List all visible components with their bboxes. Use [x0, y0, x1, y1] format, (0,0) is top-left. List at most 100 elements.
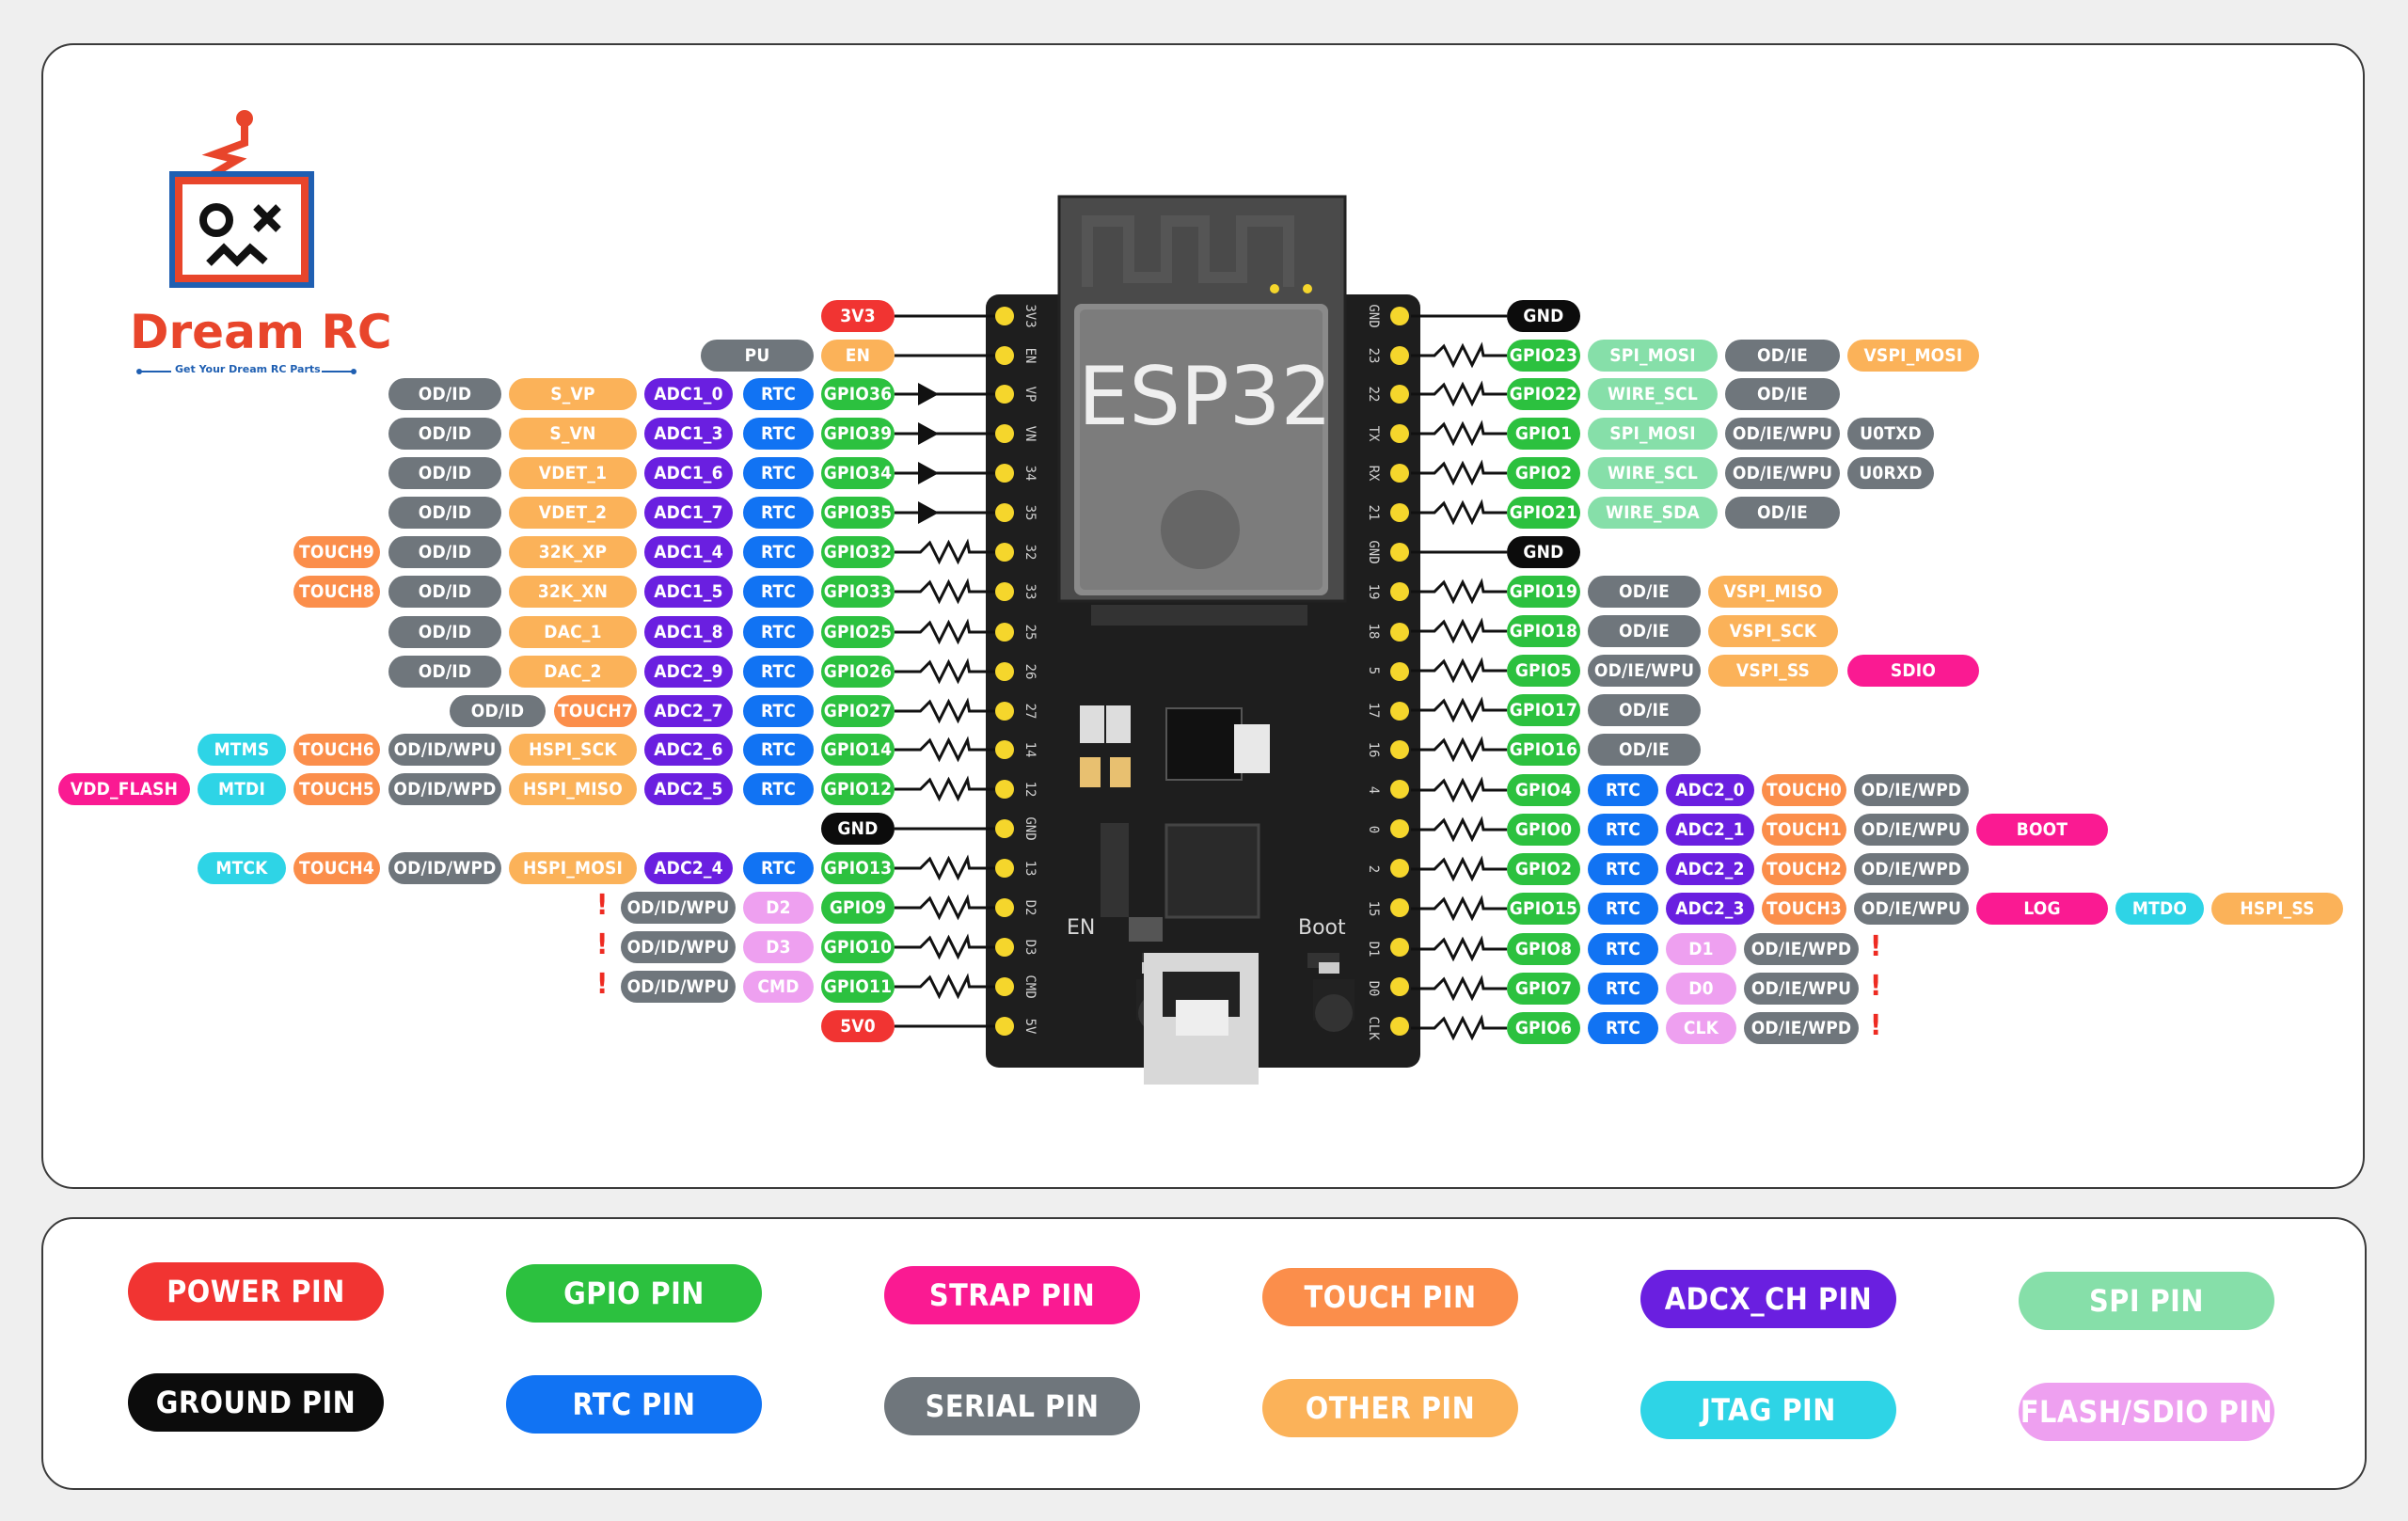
jtag-pin-label: MTDO	[2115, 893, 2204, 925]
serial-pin-label: OD/ID/WPU	[621, 931, 736, 963]
pull-resistor-icon	[895, 658, 995, 685]
pull-resistor-icon	[1411, 420, 1507, 447]
rtc-pin-label: RTC	[743, 457, 814, 489]
other-pin-label: DAC_2	[509, 656, 637, 688]
adc-pin-label: ADC1_0	[644, 378, 733, 410]
ground-pin-label: GND	[821, 813, 895, 845]
pull-resistor-icon	[1411, 776, 1507, 803]
legend-item-touch: TOUCH PIN	[1262, 1268, 1518, 1326]
serial-pin-label: OD/IE/WPD	[1744, 933, 1859, 965]
rtc-pin-label: RTC	[1588, 933, 1658, 965]
board-pin-number: TX	[1366, 425, 1381, 442]
rtc-pin-label: RTC	[743, 536, 814, 568]
rtc-pin-label: RTC	[1588, 853, 1658, 885]
pull-resistor-icon	[895, 894, 995, 921]
other-pin-label: HSPI_MOSI	[509, 852, 637, 884]
ground-pin-label: GND	[1507, 300, 1580, 332]
gpio-pin-label: GPIO2	[1507, 853, 1580, 885]
jtag-pin-label: MTCK	[198, 852, 286, 884]
board-pin-number: D0	[1366, 980, 1381, 997]
pull-resistor-icon	[1411, 657, 1507, 684]
gpio-pin-label: GPIO5	[1507, 655, 1580, 687]
gpio-pin-label: GPIO33	[821, 576, 895, 608]
board-pin-number: 18	[1366, 623, 1381, 640]
board-pin-number: CMD	[1022, 974, 1038, 999]
board-pin-number: 4	[1366, 785, 1381, 795]
board-pin-number: 32	[1022, 544, 1038, 561]
jtag-pin-label: MTDI	[198, 773, 286, 805]
pull-resistor-icon	[1411, 816, 1507, 843]
serial-pin-label: U0RXD	[1847, 457, 1934, 489]
gpio-pin-label: GPIO32	[821, 536, 895, 568]
pull-resistor-icon	[1411, 380, 1507, 407]
pull-resistor-icon	[1411, 736, 1507, 763]
serial-pin-label: OD/IE	[1588, 694, 1701, 726]
flash-pin-label: CLK	[1666, 1012, 1736, 1044]
board-pin-number: D2	[1022, 899, 1038, 916]
pull-resistor-icon	[895, 736, 995, 763]
board-pin-number: 33	[1022, 583, 1038, 600]
adc-pin-label: ADC1_3	[644, 418, 733, 450]
board-pin-number: 12	[1022, 781, 1038, 798]
warning-mark: !	[1870, 930, 1882, 963]
adc-pin-label: ADC1_8	[644, 616, 733, 648]
serial-pin-label: OD/IE/WPD	[1854, 774, 1969, 806]
pull-resistor-icon	[1411, 974, 1507, 1002]
pull-resistor-icon	[895, 775, 995, 802]
pull-resistor-icon	[1411, 341, 1507, 369]
gpio-pin-label: GPIO14	[821, 734, 895, 766]
adc-pin-label: ADC2_5	[644, 773, 733, 805]
gpio-pin-label: GPIO12	[821, 773, 895, 805]
rtc-pin-label: RTC	[743, 378, 814, 410]
other-pin-label: HSPI_MISO	[509, 773, 637, 805]
legend-item-flash: FLASH/SDIO PIN	[2019, 1383, 2274, 1441]
warning-mark: !	[596, 928, 609, 961]
rtc-pin-label: RTC	[743, 695, 814, 727]
gpio-pin-label: GPIO26	[821, 656, 895, 688]
legend-item-gpio: GPIO PIN	[506, 1264, 762, 1323]
warning-mark: !	[1870, 1009, 1882, 1042]
spi-pin-label: WIRE_SCL	[1588, 378, 1718, 410]
pull-resistor-icon	[1411, 1014, 1507, 1041]
adc-pin-label: ADC1_7	[644, 497, 733, 529]
rtc-pin-label: RTC	[743, 616, 814, 648]
board-pin-number: 5V	[1022, 1018, 1038, 1035]
other-pin-label: S_VP	[509, 378, 637, 410]
pull-resistor-icon	[1411, 855, 1507, 882]
serial-pin-label: OD/ID	[388, 616, 501, 648]
serial-pin-label: OD/ID/WPU	[388, 734, 501, 766]
board-pin-number: GND	[1022, 816, 1038, 841]
input-arrow-icon	[918, 383, 939, 405]
serial-pin-label: OD/IE	[1588, 615, 1701, 647]
serial-pin-label: OD/ID/WPD	[388, 773, 501, 805]
serial-pin-label: OD/ID	[388, 576, 501, 608]
board-pin-number: 21	[1366, 504, 1381, 521]
rtc-pin-label: RTC	[1588, 1012, 1658, 1044]
board-pin-number: 35	[1022, 504, 1038, 521]
other-pin-label: VDET_1	[509, 457, 637, 489]
other-pin-label: VSPI_SCK	[1708, 615, 1838, 647]
gpio-pin-label: GPIO7	[1507, 973, 1580, 1005]
touch-pin-label: TOUCH9	[293, 536, 380, 568]
board-pin-number: 15	[1366, 900, 1381, 917]
pull-resistor-icon	[1411, 895, 1507, 922]
gpio-pin-label: GPIO1	[1507, 418, 1580, 450]
serial-pin-label: OD/IE/WPU	[1854, 893, 1969, 925]
input-arrow-icon	[918, 501, 939, 524]
other-pin-label: EN	[821, 340, 895, 372]
board-pin-number: 19	[1366, 583, 1381, 600]
flash-pin-label: CMD	[743, 971, 814, 1003]
other-pin-label: HSPI_SS	[2211, 893, 2343, 925]
input-arrow-icon	[918, 462, 939, 484]
flash-pin-label: D0	[1666, 973, 1736, 1005]
gpio-pin-label: GPIO34	[821, 457, 895, 489]
other-pin-label: S_VN	[509, 418, 637, 450]
gpio-pin-label: GPIO15	[1507, 893, 1580, 925]
rtc-pin-label: RTC	[743, 497, 814, 529]
serial-pin-label: OD/ID	[388, 378, 501, 410]
pull-resistor-icon	[1411, 459, 1507, 486]
pull-resistor-icon	[1411, 696, 1507, 723]
serial-pin-label: OD/ID/WPD	[388, 852, 501, 884]
serial-pin-label: PU	[701, 340, 814, 372]
serial-pin-label: OD/IE	[1588, 734, 1701, 766]
